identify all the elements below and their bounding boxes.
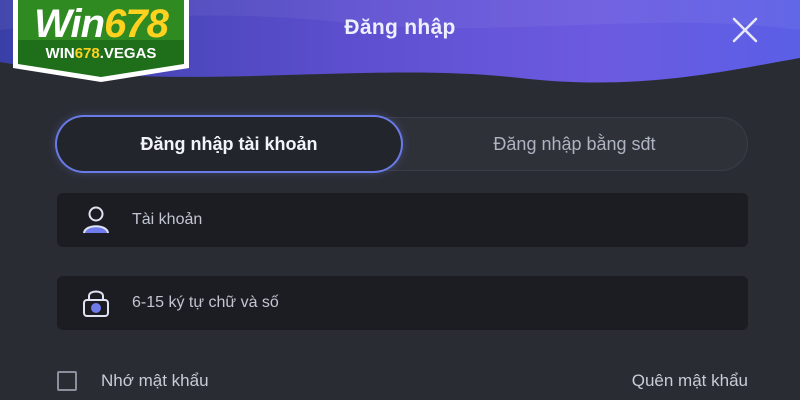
lock-icon [83, 290, 109, 317]
password-input[interactable] [132, 294, 692, 312]
logo-domain-part1: WIN [45, 45, 75, 62]
remember-label: Nhớ mật khẩu [101, 371, 209, 390]
logo-brand-number: 678 [104, 2, 169, 46]
brand-logo: Win678 WIN678.VEGAS [13, 0, 189, 82]
login-method-tabs: Đăng nhập tài khoản Đăng nhập bằng sđt [57, 117, 748, 171]
user-icon [83, 206, 109, 234]
account-field [57, 193, 748, 247]
logo-domain-part3: .VEGAS [99, 45, 157, 62]
close-button[interactable] [728, 16, 762, 46]
remember-password-toggle[interactable]: Nhớ mật khẩu [57, 369, 209, 393]
account-input[interactable] [132, 211, 692, 229]
logo-brand-win: Win [34, 2, 105, 46]
close-icon [732, 17, 758, 43]
forgot-password-link[interactable]: Quên mật khẩu [540, 369, 748, 393]
tab-phone-login[interactable]: Đăng nhập bằng sđt [401, 117, 748, 171]
password-field [57, 276, 748, 330]
remember-checkbox[interactable] [57, 371, 77, 391]
tab-account-login[interactable]: Đăng nhập tài khoản [57, 117, 401, 171]
logo-domain-part2: 678 [74, 45, 100, 62]
